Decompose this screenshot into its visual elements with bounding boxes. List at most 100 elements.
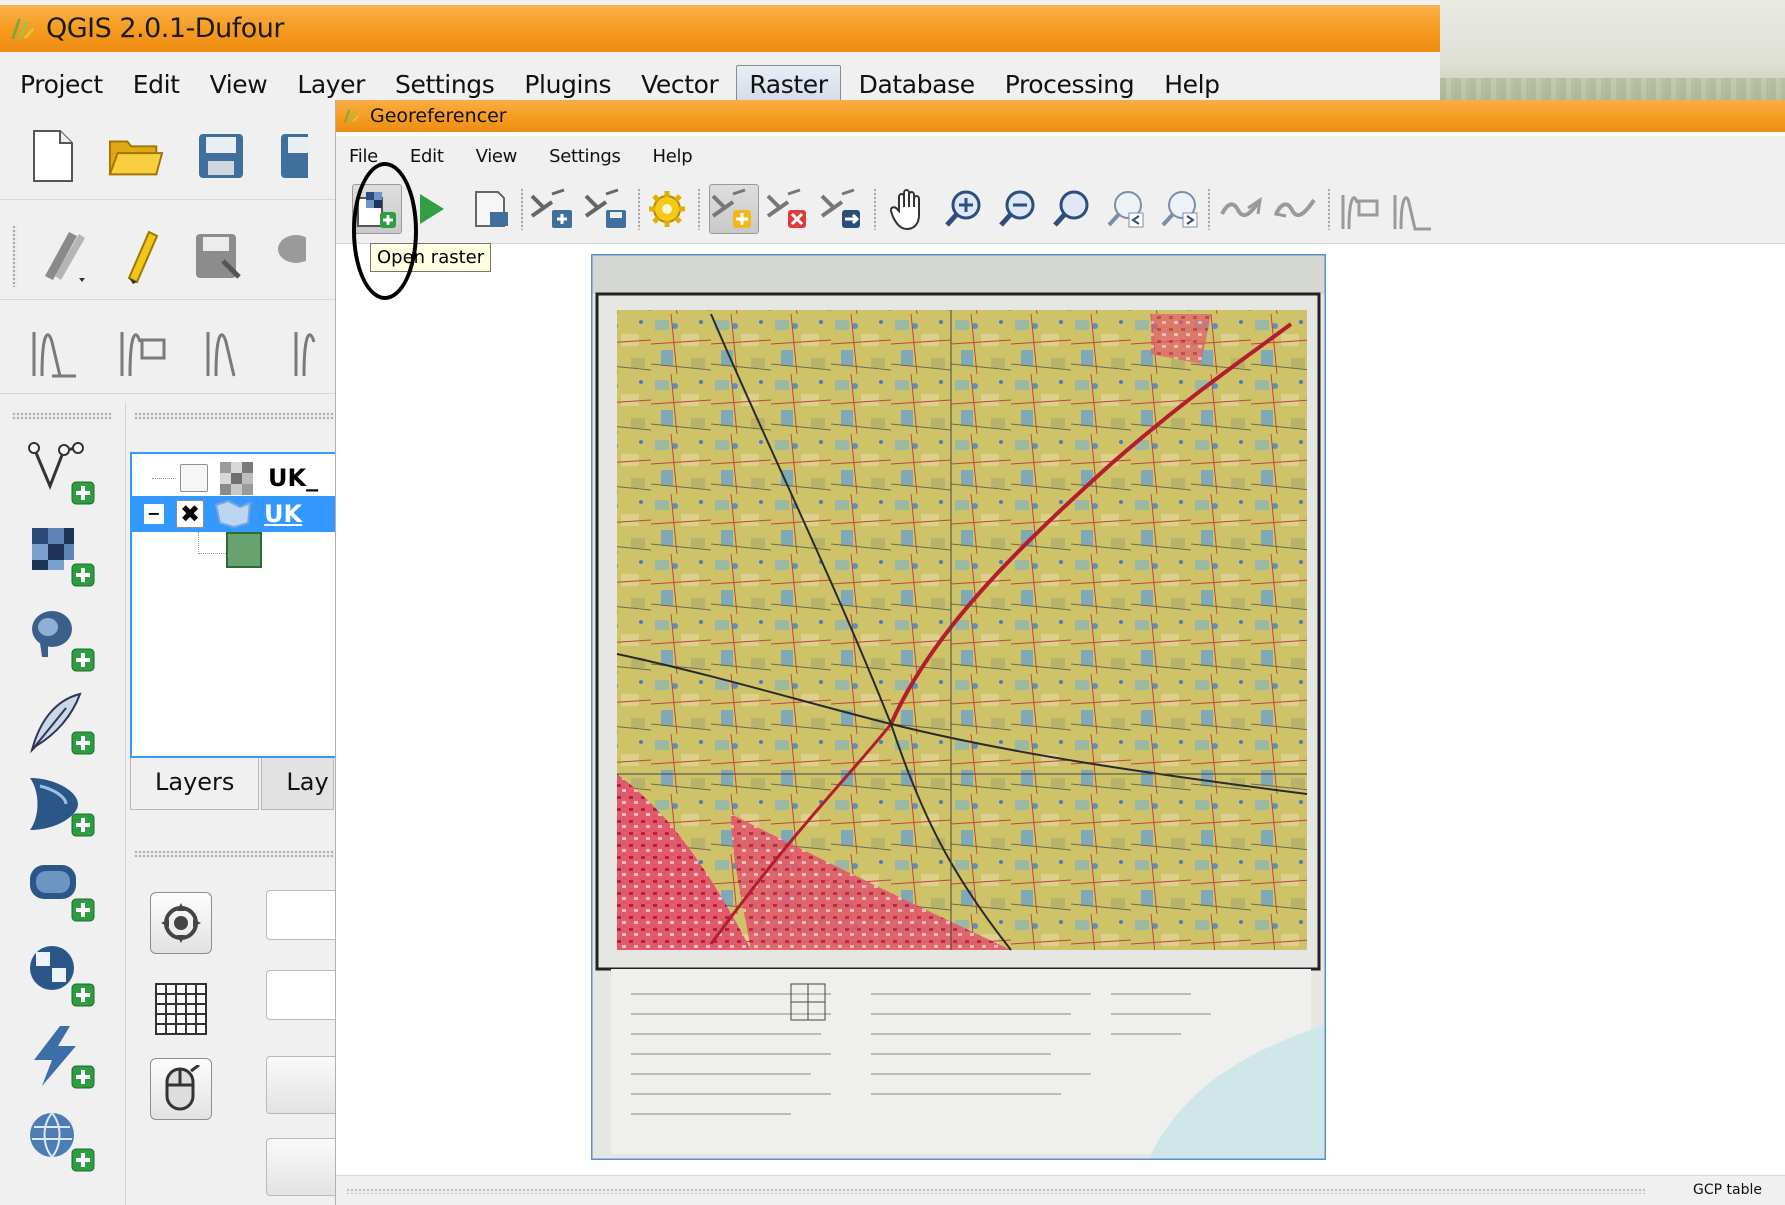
generate-gdal-script-icon[interactable] [466, 184, 516, 234]
toolbar-separator [1328, 188, 1330, 230]
histogram-stretch-icon[interactable] [30, 322, 84, 378]
new-project-icon[interactable] [30, 128, 76, 184]
scanned-map-raster[interactable] [591, 254, 1326, 1160]
link-qgis-to-georeferencer-icon[interactable] [1270, 184, 1320, 234]
current-edits-icon[interactable] [35, 228, 89, 284]
open-project-icon[interactable] [108, 128, 164, 184]
zoom-out-icon[interactable] [992, 184, 1042, 234]
zoom-to-layer-icon[interactable] [1046, 184, 1096, 234]
panel-grip[interactable] [134, 412, 334, 420]
load-gcp-points-icon[interactable] [528, 184, 578, 234]
add-mssql-layer-icon[interactable] [26, 772, 96, 838]
georeferencer-title-bar[interactable]: Georeferencer [336, 100, 1785, 132]
toolbar-separator [521, 188, 523, 230]
digitizing-toolbar [0, 212, 340, 300]
add-wms-layer-icon[interactable] [26, 942, 96, 1008]
menu-view[interactable]: View [198, 66, 280, 103]
add-raster-layer-icon[interactable] [26, 522, 96, 588]
panel-grip[interactable] [134, 850, 334, 858]
panel-button[interactable] [266, 1138, 346, 1196]
layer-name: UK [264, 500, 303, 528]
move-gcp-point-icon[interactable] [818, 184, 868, 234]
navigate-icon [161, 903, 201, 943]
qgis-title-bar[interactable]: QGIS 2.0.1-Dufour [0, 5, 1440, 52]
add-wcs-layer-icon[interactable] [26, 1024, 96, 1090]
menu-edit[interactable]: Edit [121, 66, 192, 103]
menu-help[interactable]: Help [646, 142, 700, 171]
add-postgis-layer-icon[interactable] [26, 607, 96, 673]
link-georeferencer-to-qgis-icon[interactable] [1216, 184, 1266, 234]
add-point-icon[interactable] [709, 184, 759, 234]
toolbar-grip[interactable] [12, 224, 17, 287]
layer-item-selected[interactable]: − ✖ UK [132, 496, 352, 532]
save-project-icon[interactable] [196, 128, 246, 184]
menu-project[interactable]: Project [8, 66, 115, 103]
file-toolbar [0, 112, 340, 200]
save-layer-edits-icon[interactable] [193, 228, 243, 284]
tree-connector [198, 532, 226, 554]
desktop-background [1440, 0, 1785, 102]
menu-view[interactable]: View [469, 142, 525, 171]
save-as-icon[interactable] [278, 128, 308, 184]
zoom-last-icon[interactable] [1100, 184, 1150, 234]
add-vector-layer-icon[interactable] [26, 440, 96, 506]
menu-plugins[interactable]: Plugins [512, 66, 623, 103]
tab-layer-order[interactable]: Lay [261, 758, 334, 810]
cumulative-stretch-icon[interactable] [290, 322, 320, 378]
pan-icon[interactable] [884, 184, 934, 234]
toolbar-grip[interactable] [12, 412, 112, 420]
raster-layer-icon [220, 462, 253, 495]
tree-connector [152, 477, 176, 479]
save-gcp-points-icon[interactable] [582, 184, 632, 234]
manage-layers-toolbar [0, 402, 125, 1205]
add-feature-icon[interactable] [275, 228, 308, 284]
mouse-wheel-button[interactable] [150, 1058, 212, 1120]
layer-visibility-checkbox[interactable] [180, 464, 208, 492]
local-histogram-stretch-icon[interactable] [1388, 184, 1438, 234]
menu-layer[interactable]: Layer [285, 66, 377, 103]
menu-settings[interactable]: Settings [383, 66, 506, 103]
georeferencer-toolbar [336, 176, 1785, 244]
tab-layers[interactable]: Layers [130, 758, 260, 810]
layer-name: UK_ [268, 464, 319, 492]
qgis-logo-icon [11, 18, 34, 39]
layer-visibility-checkbox[interactable]: ✖ [176, 500, 204, 528]
menu-processing[interactable]: Processing [993, 66, 1147, 103]
pan-to-feature-button[interactable] [150, 892, 212, 954]
dock-grip[interactable] [346, 1188, 1646, 1194]
transformation-settings-icon[interactable] [642, 184, 692, 234]
polygon-layer-icon [214, 499, 252, 529]
menu-help[interactable]: Help [1152, 66, 1231, 103]
legend-symbol-row [132, 532, 352, 568]
full-histogram-stretch-icon[interactable] [204, 322, 258, 378]
delete-point-icon[interactable] [764, 184, 814, 234]
georeferencer-menu-bar: File Edit View Settings Help [336, 136, 1785, 176]
layer-item[interactable]: UK_ [132, 460, 352, 496]
histogram-stretch-icon[interactable] [1336, 184, 1386, 234]
menu-database[interactable]: Database [847, 66, 987, 103]
collapse-toggle[interactable]: − [144, 504, 164, 524]
panel-button[interactable] [266, 1056, 346, 1114]
add-oracle-layer-icon[interactable] [26, 857, 96, 923]
panel-field[interactable] [266, 890, 346, 940]
toolbar-separator [638, 188, 640, 230]
georeferencer-title: Georeferencer [370, 105, 507, 127]
grid-icon[interactable] [154, 982, 208, 1036]
panel-tabs: Layers Lay [130, 758, 334, 810]
gcp-table-label[interactable]: GCP table [1693, 1182, 1762, 1198]
add-spatialite-layer-icon[interactable] [26, 690, 96, 756]
add-wfs-layer-icon[interactable] [26, 1107, 96, 1173]
zoom-in-icon[interactable] [938, 184, 988, 234]
toggle-editing-icon[interactable] [121, 228, 161, 284]
local-histogram-stretch-icon[interactable] [116, 322, 172, 378]
mouse-icon [165, 1065, 200, 1111]
menu-vector[interactable]: Vector [629, 66, 730, 103]
menu-raster[interactable]: Raster [736, 64, 841, 104]
panel-field[interactable] [266, 970, 346, 1020]
toolbar-separator [698, 188, 700, 230]
menu-settings[interactable]: Settings [542, 142, 627, 171]
legend-symbol [226, 532, 262, 568]
menu-edit[interactable]: Edit [403, 142, 451, 171]
qgis-logo-icon [343, 109, 359, 123]
zoom-next-icon[interactable] [1154, 184, 1204, 234]
